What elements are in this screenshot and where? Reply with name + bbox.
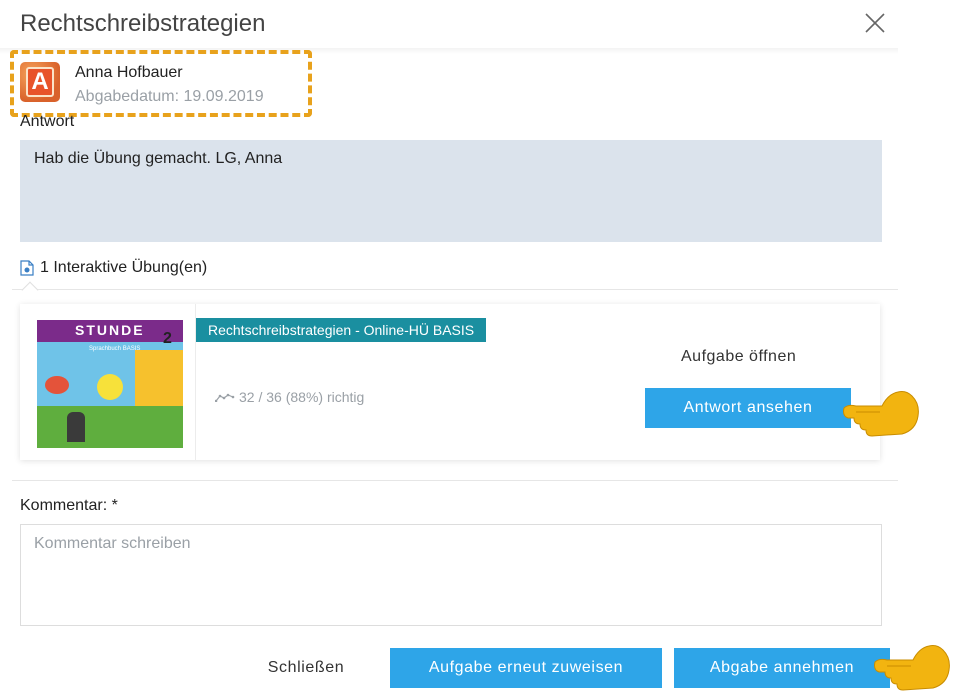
exercise-score: 32 / 36 (88%) richtig — [215, 389, 364, 405]
comment-input[interactable] — [20, 524, 882, 626]
score-text: 32 / 36 (88%) richtig — [239, 389, 365, 405]
answer-label: Antwort — [20, 113, 75, 130]
cover-title: STUNDE — [75, 322, 145, 338]
close-dialog-button[interactable]: Schließen — [250, 648, 362, 688]
cover-figure — [45, 376, 69, 394]
cover-grass — [37, 406, 183, 448]
cover-banner: STUNDE — [37, 320, 183, 342]
answer-text: Hab die Übung gemacht. LG, Anna — [20, 140, 882, 242]
pointing-hand-icon — [843, 391, 919, 437]
comment-label: Kommentar: * — [20, 497, 118, 514]
submission-date: Abgabedatum: 19.09.2019 — [75, 88, 264, 105]
accept-submission-button[interactable]: Abgabe annehmen — [674, 648, 890, 688]
student-name: Anna Hofbauer — [75, 64, 183, 81]
exercise-cover-image[interactable]: STUNDE 2 Sprachbuch BASIS — [37, 320, 183, 448]
section-divider — [12, 289, 898, 290]
reassign-task-button[interactable]: Aufgabe erneut zuweisen — [390, 648, 662, 688]
cover-character — [67, 412, 85, 442]
exercise-heading-label: 1 Interaktive Übung(en) — [40, 259, 208, 276]
exercise-tag: Rechtschreibstrategien - Online-HÜ BASIS — [196, 318, 487, 342]
view-answer-button[interactable]: Antwort ansehen — [645, 388, 851, 428]
cover-subtitle: Sprachbuch BASIS — [89, 346, 141, 352]
section-notch — [21, 281, 39, 299]
close-button[interactable] — [862, 10, 888, 36]
dialog-title: Rechtschreibstrategien — [20, 10, 266, 37]
interactive-exercise-icon — [20, 260, 34, 276]
close-icon — [865, 13, 885, 33]
cover-sun — [97, 374, 123, 400]
score-chart-icon — [215, 393, 235, 402]
open-task-link[interactable]: Aufgabe öffnen — [681, 348, 796, 366]
avatar-letter: A — [26, 67, 54, 97]
exercise-heading: 1 Interaktive Übung(en) — [20, 259, 207, 277]
comment-divider — [12, 480, 898, 481]
pointing-hand-icon — [874, 645, 950, 691]
cover-number: 2 — [163, 330, 172, 347]
avatar: A — [20, 62, 60, 102]
